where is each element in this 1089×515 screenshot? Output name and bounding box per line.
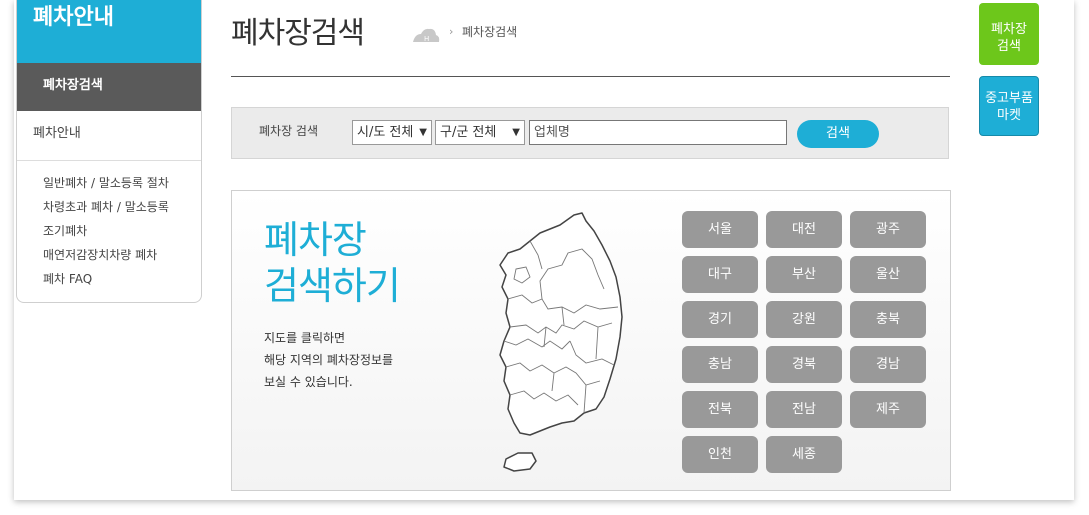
region-button-gwangju[interactable]: 광주 [850,211,926,248]
breadcrumb-current: 폐차장검색 [462,25,518,39]
city-select[interactable]: 시/도 전체 ▼ [352,120,432,145]
korea-map[interactable] [486,209,636,479]
map-panel: 폐차장 검색하기 지도를 클릭하면 해당 지역의 폐차장정보를 보실 수 있습니… [231,190,951,491]
region-button-chungnam[interactable]: 충남 [682,346,758,383]
region-button-daegu[interactable]: 대구 [682,256,758,293]
region-button-daejeon[interactable]: 대전 [766,211,842,248]
description-line: 지도를 클릭하면 [264,331,346,345]
quick-scrapyard-search-button[interactable]: 폐차장 검색 [979,3,1039,65]
page-title: 폐차장검색 [231,16,365,51]
region-button-seoul[interactable]: 서울 [682,211,758,248]
sidebar-submenu: 일반폐차 / 말소등록 절차 차령초과 폐차 / 말소등록 조기폐차 매연저감장… [17,161,201,291]
chevron-down-icon: ▼ [512,127,520,138]
company-name-input[interactable]: 업체명 [529,120,787,145]
left-sidebar: 폐차안내 폐차장검색 폐차안내 일반폐차 / 말소등록 절차 차령초과 폐차 /… [16,0,202,303]
region-button-incheon[interactable]: 인천 [682,436,758,473]
sidebar-title: 폐차안내 [17,0,201,63]
breadcrumb-separator-icon: › [449,25,454,38]
sidebar-subitem[interactable]: 조기폐차 [43,219,201,243]
map-panel-title-line2: 검색하기 [264,264,401,308]
sidebar-subitem[interactable]: 폐차 FAQ [43,267,201,291]
region-button-chungbuk[interactable]: 충북 [850,301,926,338]
sidebar-item-scrap-guide[interactable]: 폐차안내 [17,111,201,161]
home-icon[interactable]: H [411,26,441,50]
map-panel-title: 폐차장 검색하기 [264,217,401,309]
district-select-value: 구/군 전체 [440,125,497,140]
search-button[interactable]: 검색 [797,120,879,148]
region-button-jeonbuk[interactable]: 전북 [682,391,758,428]
sidebar-subitem[interactable]: 매연저감장치차량 폐차 [43,243,201,267]
sidebar-item-scrapyard-search[interactable]: 폐차장검색 [17,63,201,111]
region-button-busan[interactable]: 부산 [766,256,842,293]
quick-button-label: 폐차장 검색 [991,22,1027,54]
sidebar-subitem[interactable]: 차령초과 폐차 / 말소등록 [43,195,201,219]
region-button-gyeonggi[interactable]: 경기 [682,301,758,338]
region-button-jeonnam[interactable]: 전남 [766,391,842,428]
region-button-gyeongnam[interactable]: 경남 [850,346,926,383]
region-button-sejong[interactable]: 세종 [766,436,842,473]
city-select-value: 시/도 전체 [357,125,414,140]
search-bar: 폐차장 검색 시/도 전체 ▼ 구/군 전체 ▼ 업체명 검색 [231,107,949,159]
region-button-gyeongbuk[interactable]: 경북 [766,346,842,383]
description-line: 보실 수 있습니다. [264,375,353,389]
district-select[interactable]: 구/군 전체 ▼ [435,120,525,145]
region-button-gangwon[interactable]: 강원 [766,301,842,338]
svg-text:H: H [424,35,429,43]
sidebar-subitem[interactable]: 일반폐차 / 말소등록 절차 [43,171,201,195]
map-panel-title-line1: 폐차장 [264,218,367,262]
map-panel-description: 지도를 클릭하면 해당 지역의 폐차장정보를 보실 수 있습니다. [264,327,393,393]
description-line: 해당 지역의 폐차장정보를 [264,353,394,367]
region-button-ulsan[interactable]: 울산 [850,256,926,293]
quick-used-parts-market-button[interactable]: 중고부품 마켓 [979,76,1039,136]
search-label: 폐차장 검색 [259,124,319,138]
region-button-jeju[interactable]: 제주 [850,391,926,428]
chevron-down-icon: ▼ [419,127,427,138]
quick-button-label: 중고부품 마켓 [985,91,1033,123]
title-divider [231,76,950,77]
